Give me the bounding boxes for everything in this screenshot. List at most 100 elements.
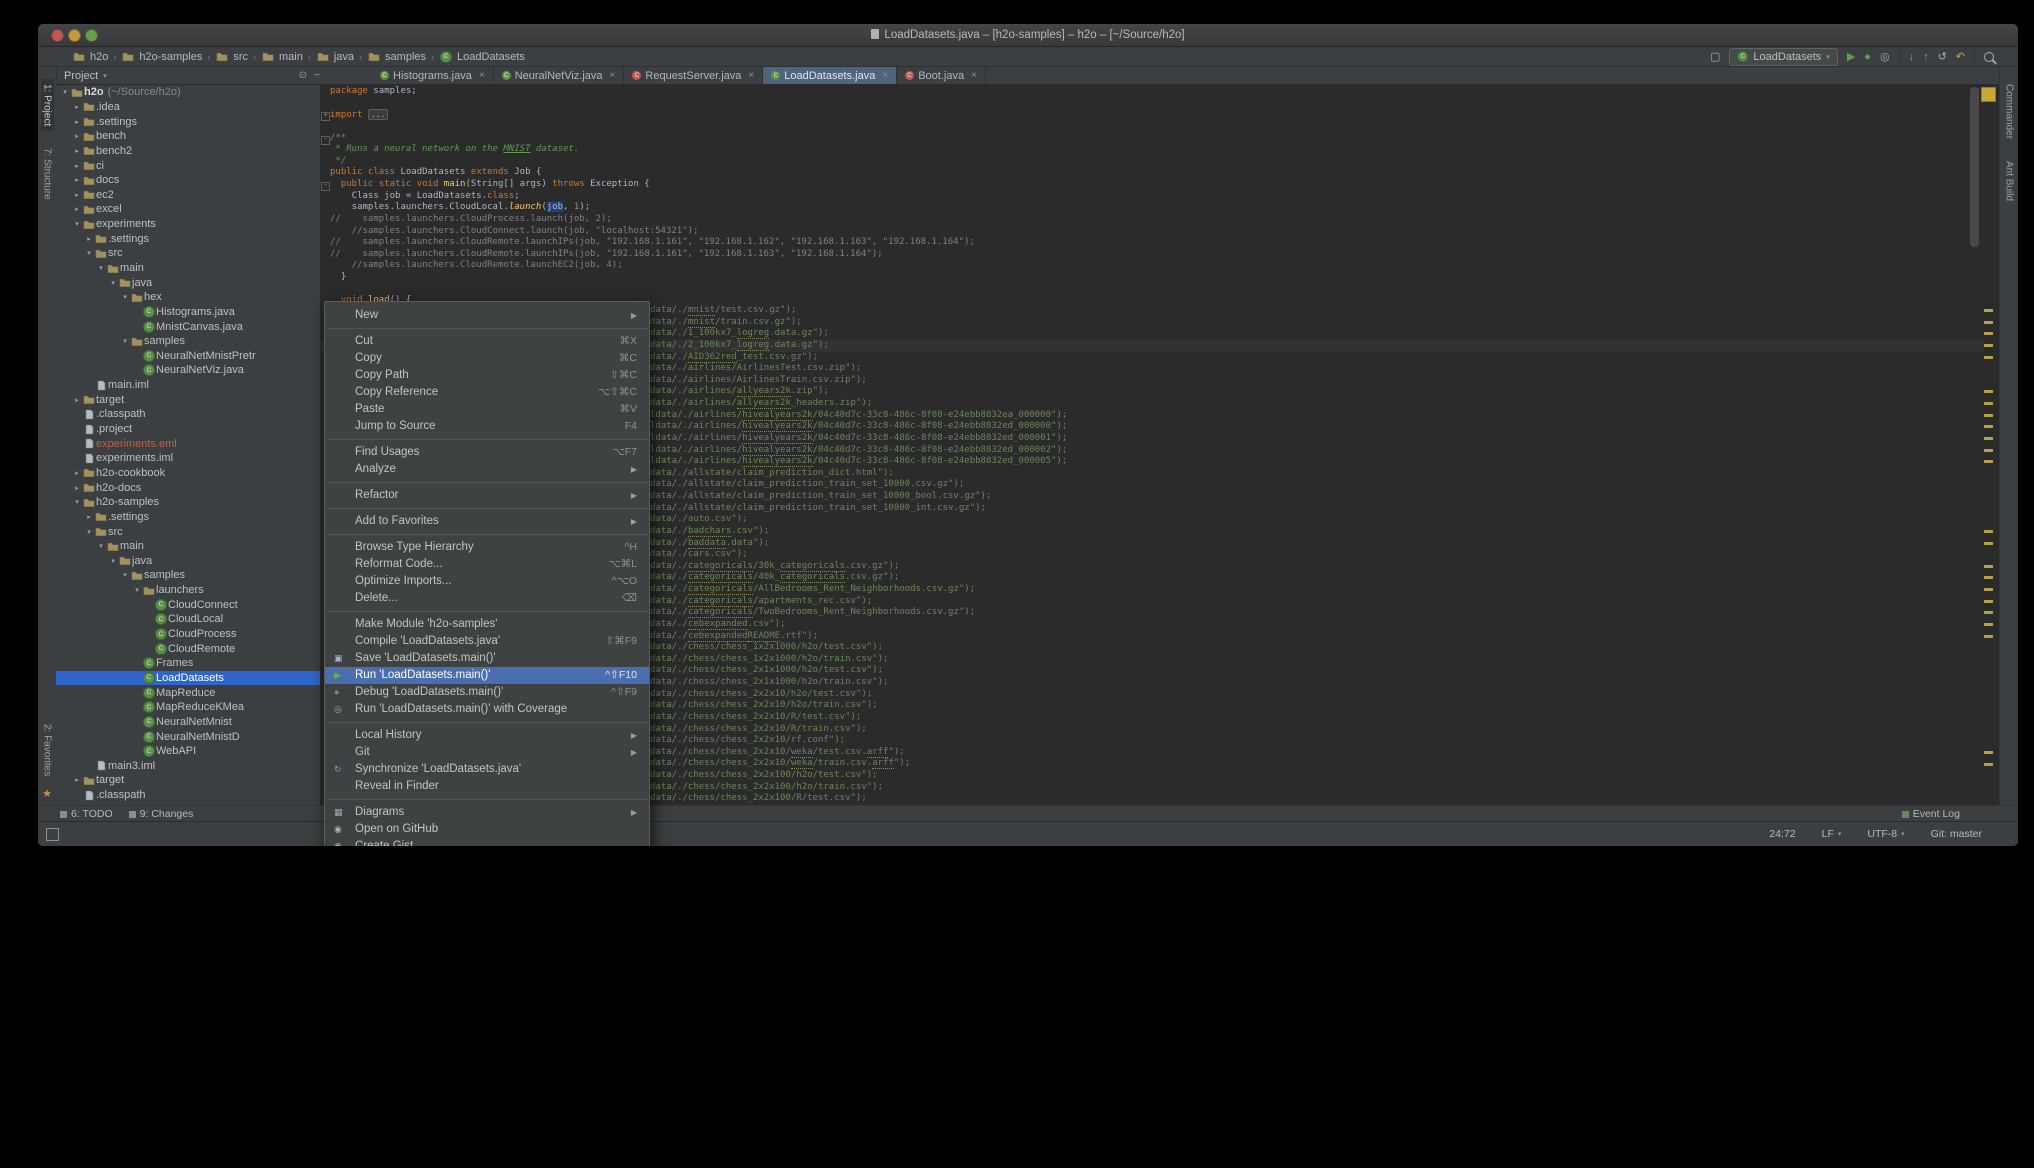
- editor-tab-boot-java[interactable]: CBoot.java×: [897, 67, 986, 84]
- code-line[interactable]: [330, 121, 975, 133]
- code-line[interactable]: // samples.launchers.CloudRemote.launchI…: [330, 237, 975, 249]
- status-caret-position[interactable]: 24:72: [1769, 828, 1795, 840]
- menu-item-diagrams[interactable]: ▦Diagrams▶: [325, 804, 649, 821]
- code-line[interactable]: data/./mnist/train.csv.gz");: [650, 317, 1067, 329]
- code-line[interactable]: data/./allstate/claim_prediction_dict.ht…: [650, 468, 1067, 480]
- tree-item-cloudconnect[interactable]: CCloudConnect: [56, 597, 320, 612]
- breadcrumb-item-java[interactable]: java: [316, 51, 354, 63]
- menu-item-add-to-favorites[interactable]: Add to Favorites▶: [325, 513, 649, 530]
- menu-item-run-loaddatasets-main-with-coverage[interactable]: ◎Run 'LoadDatasets.main()' with Coverage: [325, 701, 649, 718]
- code-line[interactable]: data/./chess/chess_2x2x100/h2o/test.csv"…: [650, 770, 1067, 782]
- tree-item-classpath[interactable]: .classpath: [56, 407, 320, 422]
- code-line[interactable]: data/./auto.csv");: [650, 514, 1067, 526]
- tool-window-button-7-structure[interactable]: 7: Structure: [41, 143, 54, 205]
- code-line[interactable]: data/./categoricals/AllBedrooms_Rent_Nei…: [650, 584, 1067, 596]
- tree-item-idea[interactable]: ▸.idea: [56, 100, 320, 115]
- code-line[interactable]: data/./allstate/claim_prediction_train_s…: [650, 479, 1067, 491]
- tool-window-button-commander[interactable]: Commander: [2003, 79, 2016, 144]
- tree-item-neuralnetmnist[interactable]: CNeuralNetMnist: [56, 715, 320, 730]
- tree-item-java[interactable]: ▾java: [56, 554, 320, 569]
- code-line[interactable]: data/./badchars.csv");: [650, 526, 1067, 538]
- tree-item-hex[interactable]: ▾hex: [56, 290, 320, 305]
- code-line[interactable]: data/./chess/chess_1x2x1000/h2o/test.csv…: [650, 642, 1067, 654]
- code-line[interactable]: //samples.launchers.CloudRemote.launchEC…: [330, 260, 975, 272]
- tree-item-h2o-cookbook[interactable]: ▸h2o-cookbook: [56, 466, 320, 481]
- breadcrumb-item-samples[interactable]: samples: [367, 51, 426, 63]
- tree-item-src[interactable]: ▾src: [56, 524, 320, 539]
- rollback-button[interactable]: ↶: [1956, 50, 1965, 64]
- code-line[interactable]: import ...: [330, 109, 975, 121]
- code-line[interactable]: data/./chess/chess_2x2x10/weka/train.csv…: [650, 758, 1067, 770]
- code-line[interactable]: package samples;: [330, 86, 975, 98]
- tree-item-java[interactable]: ▾java: [56, 275, 320, 290]
- tree-item-classpath[interactable]: .classpath: [56, 788, 320, 803]
- menu-item-optimize-imports[interactable]: Optimize Imports...^⌥O: [325, 573, 649, 590]
- tree-arrow-icon[interactable]: ▾: [108, 279, 118, 287]
- status-line-ending[interactable]: LF▾: [1822, 828, 1842, 840]
- code-line[interactable]: [330, 284, 975, 296]
- tree-item-webapi[interactable]: CWebAPI: [56, 744, 320, 759]
- code-line[interactable]: data/./allstate/claim_prediction_train_s…: [650, 503, 1067, 515]
- tree-item-main-iml[interactable]: main.iml: [56, 378, 320, 393]
- code-line[interactable]: data/./cars.csv");: [650, 549, 1067, 561]
- tree-item-experiments[interactable]: ▾experiments: [56, 217, 320, 232]
- coverage-button[interactable]: ◎: [1880, 50, 1890, 64]
- menu-item-create-gist[interactable]: ◉Create Gist...: [325, 838, 649, 846]
- tree-arrow-icon[interactable]: ▸: [72, 103, 82, 111]
- tree-item-neuralnetmnistpretr[interactable]: CNeuralNetMnistPretr: [56, 349, 320, 364]
- breadcrumb-item-h2o-samples[interactable]: h2o-samples: [121, 51, 202, 63]
- code-line[interactable]: // samples.launchers.CloudRemote.launchI…: [330, 249, 975, 261]
- tab-close-icon[interactable]: ×: [610, 70, 616, 81]
- statusbar-toggle-icon[interactable]: [46, 828, 59, 841]
- tree-arrow-icon[interactable]: ▸: [84, 513, 94, 521]
- menu-item-reveal-in-finder[interactable]: Reveal in Finder: [325, 778, 649, 795]
- code-line[interactable]: data/./chess/chess_2x2x10/h2o/test.csv")…: [650, 689, 1067, 701]
- menu-item-make-module-h2o-samples[interactable]: Make Module 'h2o-samples': [325, 616, 649, 633]
- code-line[interactable]: samples.launchers.CloudLocal.launch(job,…: [330, 202, 975, 214]
- run-button[interactable]: ▶: [1847, 50, 1855, 64]
- menu-item-reformat-code[interactable]: Reformat Code...⌥⌘L: [325, 556, 649, 573]
- breadcrumb-item-main[interactable]: main: [261, 51, 303, 63]
- menu-item-find-usages[interactable]: Find Usages⌥F7: [325, 444, 649, 461]
- vcs-update-button[interactable]: ↓: [1909, 50, 1915, 64]
- breadcrumb-item-src[interactable]: src: [215, 51, 248, 63]
- run-config-combo[interactable]: C LoadDatasets ▾: [1729, 48, 1837, 66]
- code-line[interactable]: }: [330, 272, 975, 284]
- fold-marker-icon[interactable]: -: [321, 136, 330, 145]
- tree-item-launchers[interactable]: ▾launchers: [56, 583, 320, 598]
- status-encoding[interactable]: UTF-8▾: [1867, 828, 1904, 840]
- code-line[interactable]: ldata/./airlines/hivealyears2k/04c40d7c-…: [650, 456, 1067, 468]
- menu-item-copy-reference[interactable]: Copy Reference⌥⇧⌘C: [325, 384, 649, 401]
- restore-windows-icon[interactable]: ▢: [1710, 50, 1720, 64]
- menu-item-paste[interactable]: Paste⌘V: [325, 401, 649, 418]
- code-line[interactable]: Class job = LoadDatasets.class;: [330, 191, 975, 203]
- tree-arrow-icon[interactable]: ▸: [72, 469, 82, 477]
- code-line[interactable]: /**: [330, 133, 975, 145]
- tree-arrow-icon[interactable]: ▸: [72, 205, 82, 213]
- code-line[interactable]: data/./baddata.data");: [650, 538, 1067, 550]
- code-line[interactable]: data/./chess/chess_2x2x10/R/test.csv");: [650, 712, 1067, 724]
- editor-scrollbar[interactable]: [1970, 87, 1979, 247]
- tree-item-cloudprocess[interactable]: CCloudProcess: [56, 627, 320, 642]
- tree-arrow-icon[interactable]: ▾: [96, 542, 106, 550]
- code-line[interactable]: data/./airlines/allyears2k.zip");: [650, 386, 1067, 398]
- code-line[interactable]: data/./chess/chess_2x1x1000/h2o/train.cs…: [650, 677, 1067, 689]
- menu-item-debug-loaddatasets-main[interactable]: ●Debug 'LoadDatasets.main()'^⇧F9: [325, 684, 649, 701]
- tree-arrow-icon[interactable]: ▾: [72, 220, 82, 228]
- tree-arrow-icon[interactable]: ▸: [72, 162, 82, 170]
- editor-code[interactable]: package samples;import .../** * Runs a n…: [330, 86, 975, 307]
- code-line[interactable]: data/./airlines/AirlinesTest.csv.zip");: [650, 363, 1067, 375]
- tree-item-mapreducekmea[interactable]: CMapReduceKMea: [56, 700, 320, 715]
- code-line[interactable]: data/./chess/chess_2x2x100/h2o/train.csv…: [650, 782, 1067, 794]
- code-line[interactable]: data/./chess/chess_1x2x1000/h2o/train.cs…: [650, 654, 1067, 666]
- code-line[interactable]: data/./airlines/allyears2k_headers.zip")…: [650, 398, 1067, 410]
- code-line[interactable]: ldata/./airlines/hivealyears2k/04c40d7c-…: [650, 410, 1067, 422]
- status-git-branch[interactable]: Git: master: [1931, 828, 1982, 840]
- fold-marker-icon[interactable]: +: [321, 112, 330, 121]
- menu-item-compile-loaddatasets-java[interactable]: Compile 'LoadDatasets.java'⇧⌘F9: [325, 633, 649, 650]
- tree-arrow-icon[interactable]: ▸: [72, 132, 82, 140]
- tree-item-loaddatasets[interactable]: CLoadDatasets: [56, 671, 320, 686]
- tree-item-mapreduce[interactable]: CMapReduce: [56, 685, 320, 700]
- code-line[interactable]: data/./mnist/test.csv.gz");: [650, 305, 1067, 317]
- tree-item-bench[interactable]: ▸bench: [56, 129, 320, 144]
